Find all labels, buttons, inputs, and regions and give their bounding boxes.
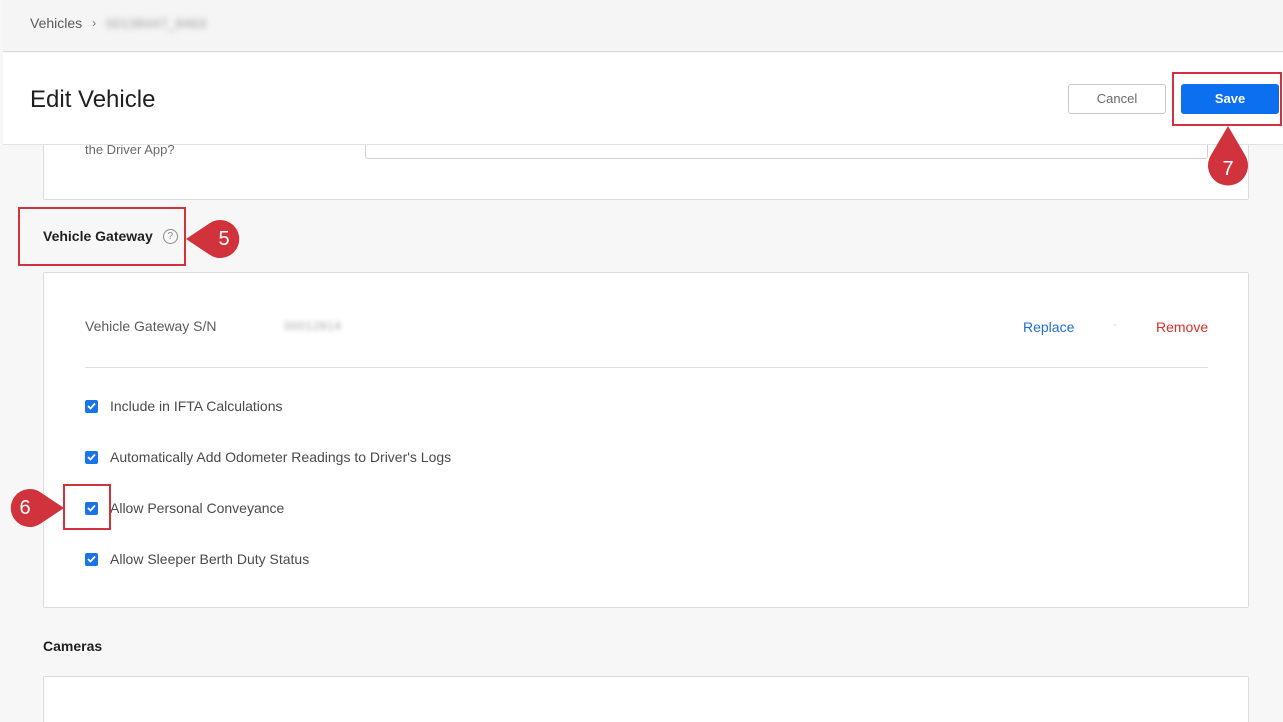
check-icon: [87, 504, 96, 512]
check-icon: [87, 453, 96, 461]
annotation-marker-5: 5: [186, 218, 248, 260]
breadcrumb-bar: Vehicles › 00138447_8463: [3, 0, 1283, 52]
question-circle-icon[interactable]: ?: [162, 228, 178, 244]
cameras-heading-text: Cameras: [43, 638, 103, 654]
ifta-label: Include in IFTA Calculations: [110, 398, 283, 414]
remove-link[interactable]: Remove: [1156, 319, 1208, 335]
ifta-checkbox[interactable]: [85, 399, 98, 413]
option-ifta[interactable]: Include in IFTA Calculations: [85, 398, 283, 414]
cancel-button[interactable]: Cancel: [1068, 84, 1166, 114]
gateway-divider: [85, 367, 1208, 368]
replace-link[interactable]: Replace: [1023, 319, 1074, 335]
annotation-marker-6: 6: [0, 487, 66, 529]
check-icon: [87, 402, 96, 410]
odometer-label: Automatically Add Odometer Readings to D…: [110, 449, 452, 465]
gateway-serial-label: Vehicle Gateway S/N: [85, 318, 217, 334]
annotation-number-6: 6: [19, 497, 31, 519]
cameras-heading: Cameras: [43, 638, 102, 654]
edit-vehicle-page: Vehicles › 00138447_8463 the Driver App?…: [0, 0, 1283, 722]
vehicle-gateway-card: Vehicle Gateway S/N 00012814 Replace · R…: [43, 272, 1249, 608]
option-odometer[interactable]: Automatically Add Odometer Readings to D…: [85, 449, 451, 465]
vehicle-gateway-heading: Vehicle Gateway ?: [43, 228, 178, 244]
breadcrumb-vehicles-link[interactable]: Vehicles: [30, 15, 82, 31]
vehicle-gateway-heading-text: Vehicle Gateway: [43, 228, 153, 244]
link-separator: ·: [1113, 317, 1117, 331]
page-title: Edit Vehicle: [30, 86, 156, 113]
breadcrumb-separator: ›: [92, 16, 97, 30]
save-button[interactable]: Save: [1181, 84, 1279, 114]
breadcrumb-current-vehicle: 00138447_8463: [106, 15, 207, 31]
odometer-checkbox[interactable]: [85, 450, 98, 464]
personal-conveyance-checkbox[interactable]: [85, 501, 98, 515]
sleeper-berth-label: Allow Sleeper Berth Duty Status: [110, 551, 310, 567]
breadcrumb: Vehicles › 00138447_8463: [30, 15, 207, 31]
personal-conveyance-label: Allow Personal Conveyance: [110, 500, 285, 516]
option-sleeper-berth[interactable]: Allow Sleeper Berth Duty Status: [85, 551, 309, 567]
annotation-number-5: 5: [218, 228, 230, 250]
sleeper-berth-checkbox[interactable]: [85, 552, 98, 566]
cameras-card: [43, 676, 1249, 722]
annotation-marker-7: 7: [1205, 126, 1251, 194]
gateway-serial-value: 00012814: [284, 319, 342, 333]
option-personal-conveyance[interactable]: Allow Personal Conveyance: [85, 500, 284, 516]
page-header: Edit Vehicle Cancel Save: [3, 53, 1283, 145]
check-icon: [87, 555, 96, 563]
annotation-number-7: 7: [1222, 158, 1234, 180]
